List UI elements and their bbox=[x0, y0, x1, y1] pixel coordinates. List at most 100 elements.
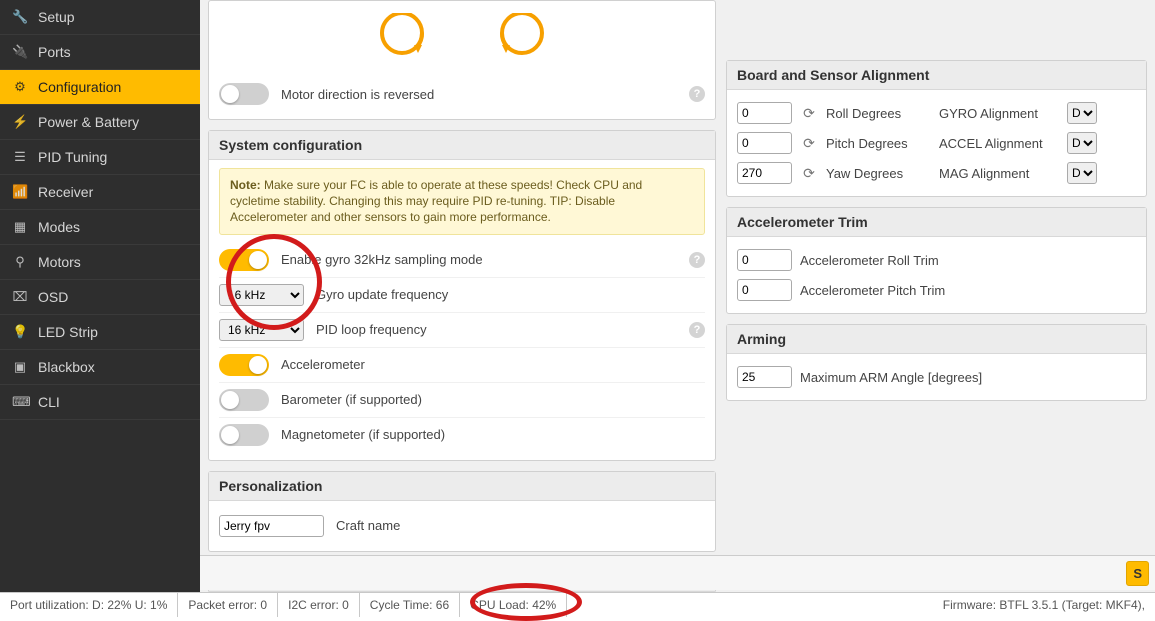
system-config-note: Note: Make sure your FC is able to opera… bbox=[219, 168, 705, 235]
sidebar-item-cli[interactable]: ⌨ CLI bbox=[0, 385, 200, 420]
motor-reverse-toggle[interactable] bbox=[219, 83, 269, 105]
sidebar-item-receiver[interactable]: 📶 Receiver bbox=[0, 175, 200, 210]
rotate-icon: ⟳ bbox=[800, 164, 818, 182]
system-config-title: System configuration bbox=[209, 131, 715, 160]
led-icon: 💡 bbox=[12, 324, 28, 340]
sidebar-item-label: Blackbox bbox=[38, 359, 95, 375]
accel-toggle[interactable] bbox=[219, 354, 269, 376]
accel-roll-trim-input[interactable] bbox=[737, 249, 792, 271]
content: Motor direction is reversed ? System con… bbox=[200, 0, 1155, 592]
alignment-panel: Board and Sensor Alignment ⟳ Roll Degree… bbox=[726, 60, 1147, 197]
accel-pitch-trim-input[interactable] bbox=[737, 279, 792, 301]
baro-label: Barometer (if supported) bbox=[281, 392, 705, 407]
accel-roll-trim-label: Accelerometer Roll Trim bbox=[800, 253, 939, 268]
sliders-icon: ☰ bbox=[12, 149, 28, 165]
help-icon[interactable]: ? bbox=[689, 322, 705, 338]
accel-label: Accelerometer bbox=[281, 357, 705, 372]
wrench-icon: 🔧 bbox=[12, 9, 28, 25]
roll-label: Roll Degrees bbox=[826, 106, 931, 121]
sidebar-item-label: Receiver bbox=[38, 184, 93, 200]
sidebar-item-ports[interactable]: 🔌 Ports bbox=[0, 35, 200, 70]
sidebar-item-label: Motors bbox=[38, 254, 81, 270]
sidebar-item-modes[interactable]: ▦ Modes bbox=[0, 210, 200, 245]
sidebar-item-osd[interactable]: ⌧ OSD bbox=[0, 280, 200, 315]
gyro-32k-label: Enable gyro 32kHz sampling mode bbox=[281, 252, 677, 267]
accel-pitch-trim-label: Accelerometer Pitch Trim bbox=[800, 283, 945, 298]
sidebar-item-pid[interactable]: ☰ PID Tuning bbox=[0, 140, 200, 175]
blackbox-icon: ▣ bbox=[12, 359, 28, 375]
craft-name-label: Craft name bbox=[336, 518, 705, 533]
sidebar-item-label: Ports bbox=[38, 44, 71, 60]
pid-freq-select[interactable]: 16 kHz bbox=[219, 319, 304, 341]
accel-align-label: ACCEL Alignment bbox=[939, 136, 1059, 151]
system-config-panel: System configuration Note: Make sure you… bbox=[208, 130, 716, 461]
pid-freq-label: PID loop frequency bbox=[316, 322, 677, 337]
roll-deg-input[interactable] bbox=[737, 102, 792, 124]
sidebar-item-motors[interactable]: ⚲ Motors bbox=[0, 245, 200, 280]
plug-icon: 🔌 bbox=[12, 44, 28, 60]
sidebar-item-label: Modes bbox=[38, 219, 80, 235]
yaw-label: Yaw Degrees bbox=[826, 166, 931, 181]
mag-toggle[interactable] bbox=[219, 424, 269, 446]
sidebar-item-power[interactable]: ⚡ Power & Battery bbox=[0, 105, 200, 140]
max-arm-angle-label: Maximum ARM Angle [degrees] bbox=[800, 370, 982, 385]
gyro-align-label: GYRO Alignment bbox=[939, 106, 1059, 121]
pitch-deg-input[interactable] bbox=[737, 132, 792, 154]
battery-icon: ⚡ bbox=[12, 114, 28, 130]
status-port: Port utilization: D: 22% U: 1% bbox=[0, 593, 178, 617]
pitch-label: Pitch Degrees bbox=[826, 136, 931, 151]
yaw-deg-input[interactable] bbox=[737, 162, 792, 184]
save-button[interactable]: S bbox=[1126, 561, 1149, 586]
status-firmware: Firmware: BTFL 3.5.1 (Target: MKF4), bbox=[933, 593, 1155, 617]
motor-diagram bbox=[219, 9, 705, 77]
action-bar: S bbox=[200, 555, 1155, 590]
status-packet: Packet error: 0 bbox=[178, 593, 278, 617]
sidebar-item-label: OSD bbox=[38, 289, 68, 305]
mag-align-label: MAG Alignment bbox=[939, 166, 1059, 181]
sidebar-item-configuration[interactable]: ⚙ Configuration bbox=[0, 70, 200, 105]
arming-title: Arming bbox=[727, 325, 1146, 354]
help-icon[interactable]: ? bbox=[689, 86, 705, 102]
cli-icon: ⌨ bbox=[12, 394, 28, 410]
arming-panel: Arming Maximum ARM Angle [degrees] bbox=[726, 324, 1147, 401]
alignment-title: Board and Sensor Alignment bbox=[727, 61, 1146, 90]
gyro-freq-select[interactable]: 16 kHz bbox=[219, 284, 304, 306]
gyro-align-select[interactable]: De bbox=[1067, 102, 1097, 124]
motor-panel: Motor direction is reversed ? bbox=[208, 0, 716, 120]
rotate-icon: ⟳ bbox=[800, 134, 818, 152]
max-arm-angle-input[interactable] bbox=[737, 366, 792, 388]
status-cycle: Cycle Time: 66 bbox=[360, 593, 460, 617]
status-cpu: CPU Load: 42% bbox=[460, 593, 567, 617]
gear-icon: ⚙ bbox=[12, 79, 28, 95]
gyro-32k-toggle[interactable] bbox=[219, 249, 269, 271]
sidebar-item-label: Setup bbox=[38, 9, 75, 25]
rotate-icon: ⟳ bbox=[800, 104, 818, 122]
status-bar: Port utilization: D: 22% U: 1% Packet er… bbox=[0, 592, 1155, 617]
baro-toggle[interactable] bbox=[219, 389, 269, 411]
gyro-freq-label: Gyro update frequency bbox=[316, 287, 705, 302]
accel-trim-title: Accelerometer Trim bbox=[727, 208, 1146, 237]
sidebar-item-led[interactable]: 💡 LED Strip bbox=[0, 315, 200, 350]
sidebar-item-label: LED Strip bbox=[38, 324, 98, 340]
personalization-title: Personalization bbox=[209, 472, 715, 501]
sidebar-item-label: Power & Battery bbox=[38, 114, 139, 130]
help-icon[interactable]: ? bbox=[689, 252, 705, 268]
accel-align-select[interactable]: De bbox=[1067, 132, 1097, 154]
status-i2c: I2C error: 0 bbox=[278, 593, 360, 617]
receiver-icon: 📶 bbox=[12, 184, 28, 200]
sidebar-item-label: Configuration bbox=[38, 79, 121, 95]
sidebar-item-blackbox[interactable]: ▣ Blackbox bbox=[0, 350, 200, 385]
sidebar-item-label: CLI bbox=[38, 394, 60, 410]
sidebar-item-setup[interactable]: 🔧 Setup bbox=[0, 0, 200, 35]
personalization-panel: Personalization Craft name bbox=[208, 471, 716, 552]
mag-align-select[interactable]: De bbox=[1067, 162, 1097, 184]
motor-reverse-label: Motor direction is reversed bbox=[281, 87, 677, 102]
sidebar-item-label: PID Tuning bbox=[38, 149, 107, 165]
motor-icon: ⚲ bbox=[12, 254, 28, 270]
modes-icon: ▦ bbox=[12, 219, 28, 235]
craft-name-input[interactable] bbox=[219, 515, 324, 537]
accel-trim-panel: Accelerometer Trim Accelerometer Roll Tr… bbox=[726, 207, 1147, 314]
mag-label: Magnetometer (if supported) bbox=[281, 427, 705, 442]
sidebar: 🔧 Setup 🔌 Ports ⚙ Configuration ⚡ Power & Ba… bbox=[0, 0, 200, 592]
osd-icon: ⌧ bbox=[12, 289, 28, 305]
